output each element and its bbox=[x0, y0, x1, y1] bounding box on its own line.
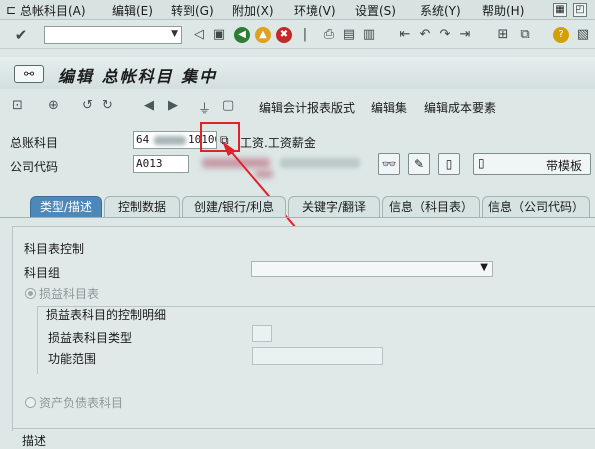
pl-type-input[interactable] bbox=[252, 325, 272, 342]
pl-account-radio[interactable] bbox=[25, 288, 36, 299]
section-coa-control: 科目表控制 bbox=[24, 242, 85, 256]
functional-area-label: 功能范围 bbox=[48, 352, 97, 366]
tab-info-chart-of-accounts[interactable]: 信息（科目表） bbox=[382, 196, 480, 218]
tab-type-description[interactable]: 类型/描述 bbox=[30, 196, 102, 218]
bs-account-radio-label: 资产负债表科目 bbox=[39, 396, 124, 410]
account-group-label: 科目组 bbox=[24, 266, 61, 280]
tab-create-bank-interest[interactable]: 创建/银行/利息 bbox=[182, 196, 286, 218]
account-group-dropdown[interactable]: ▼ bbox=[251, 261, 493, 277]
pl-group-title: 损益表科目的控制明细 bbox=[46, 308, 167, 322]
tab-strip: 类型/描述 控制数据 创建/银行/利息 关键字/翻译 信息（科目表） 信息（公司… bbox=[0, 196, 595, 218]
pl-account-radio-label: 损益科目表 bbox=[39, 287, 100, 301]
tab-divider bbox=[0, 217, 595, 218]
tab-control-data[interactable]: 控制数据 bbox=[104, 196, 180, 218]
tab-keyword-translation[interactable]: 关键字/翻译 bbox=[288, 196, 380, 218]
pl-type-label: 损益表科目类型 bbox=[48, 331, 133, 345]
chevron-down-icon[interactable]: ▼ bbox=[480, 262, 488, 273]
tab-info-company-code[interactable]: 信息（公司代码） bbox=[482, 196, 590, 218]
description-divider bbox=[12, 428, 595, 429]
bs-account-radio[interactable] bbox=[25, 397, 36, 408]
functional-area-input[interactable] bbox=[252, 347, 383, 365]
description-section-label: 描述 bbox=[22, 434, 47, 448]
